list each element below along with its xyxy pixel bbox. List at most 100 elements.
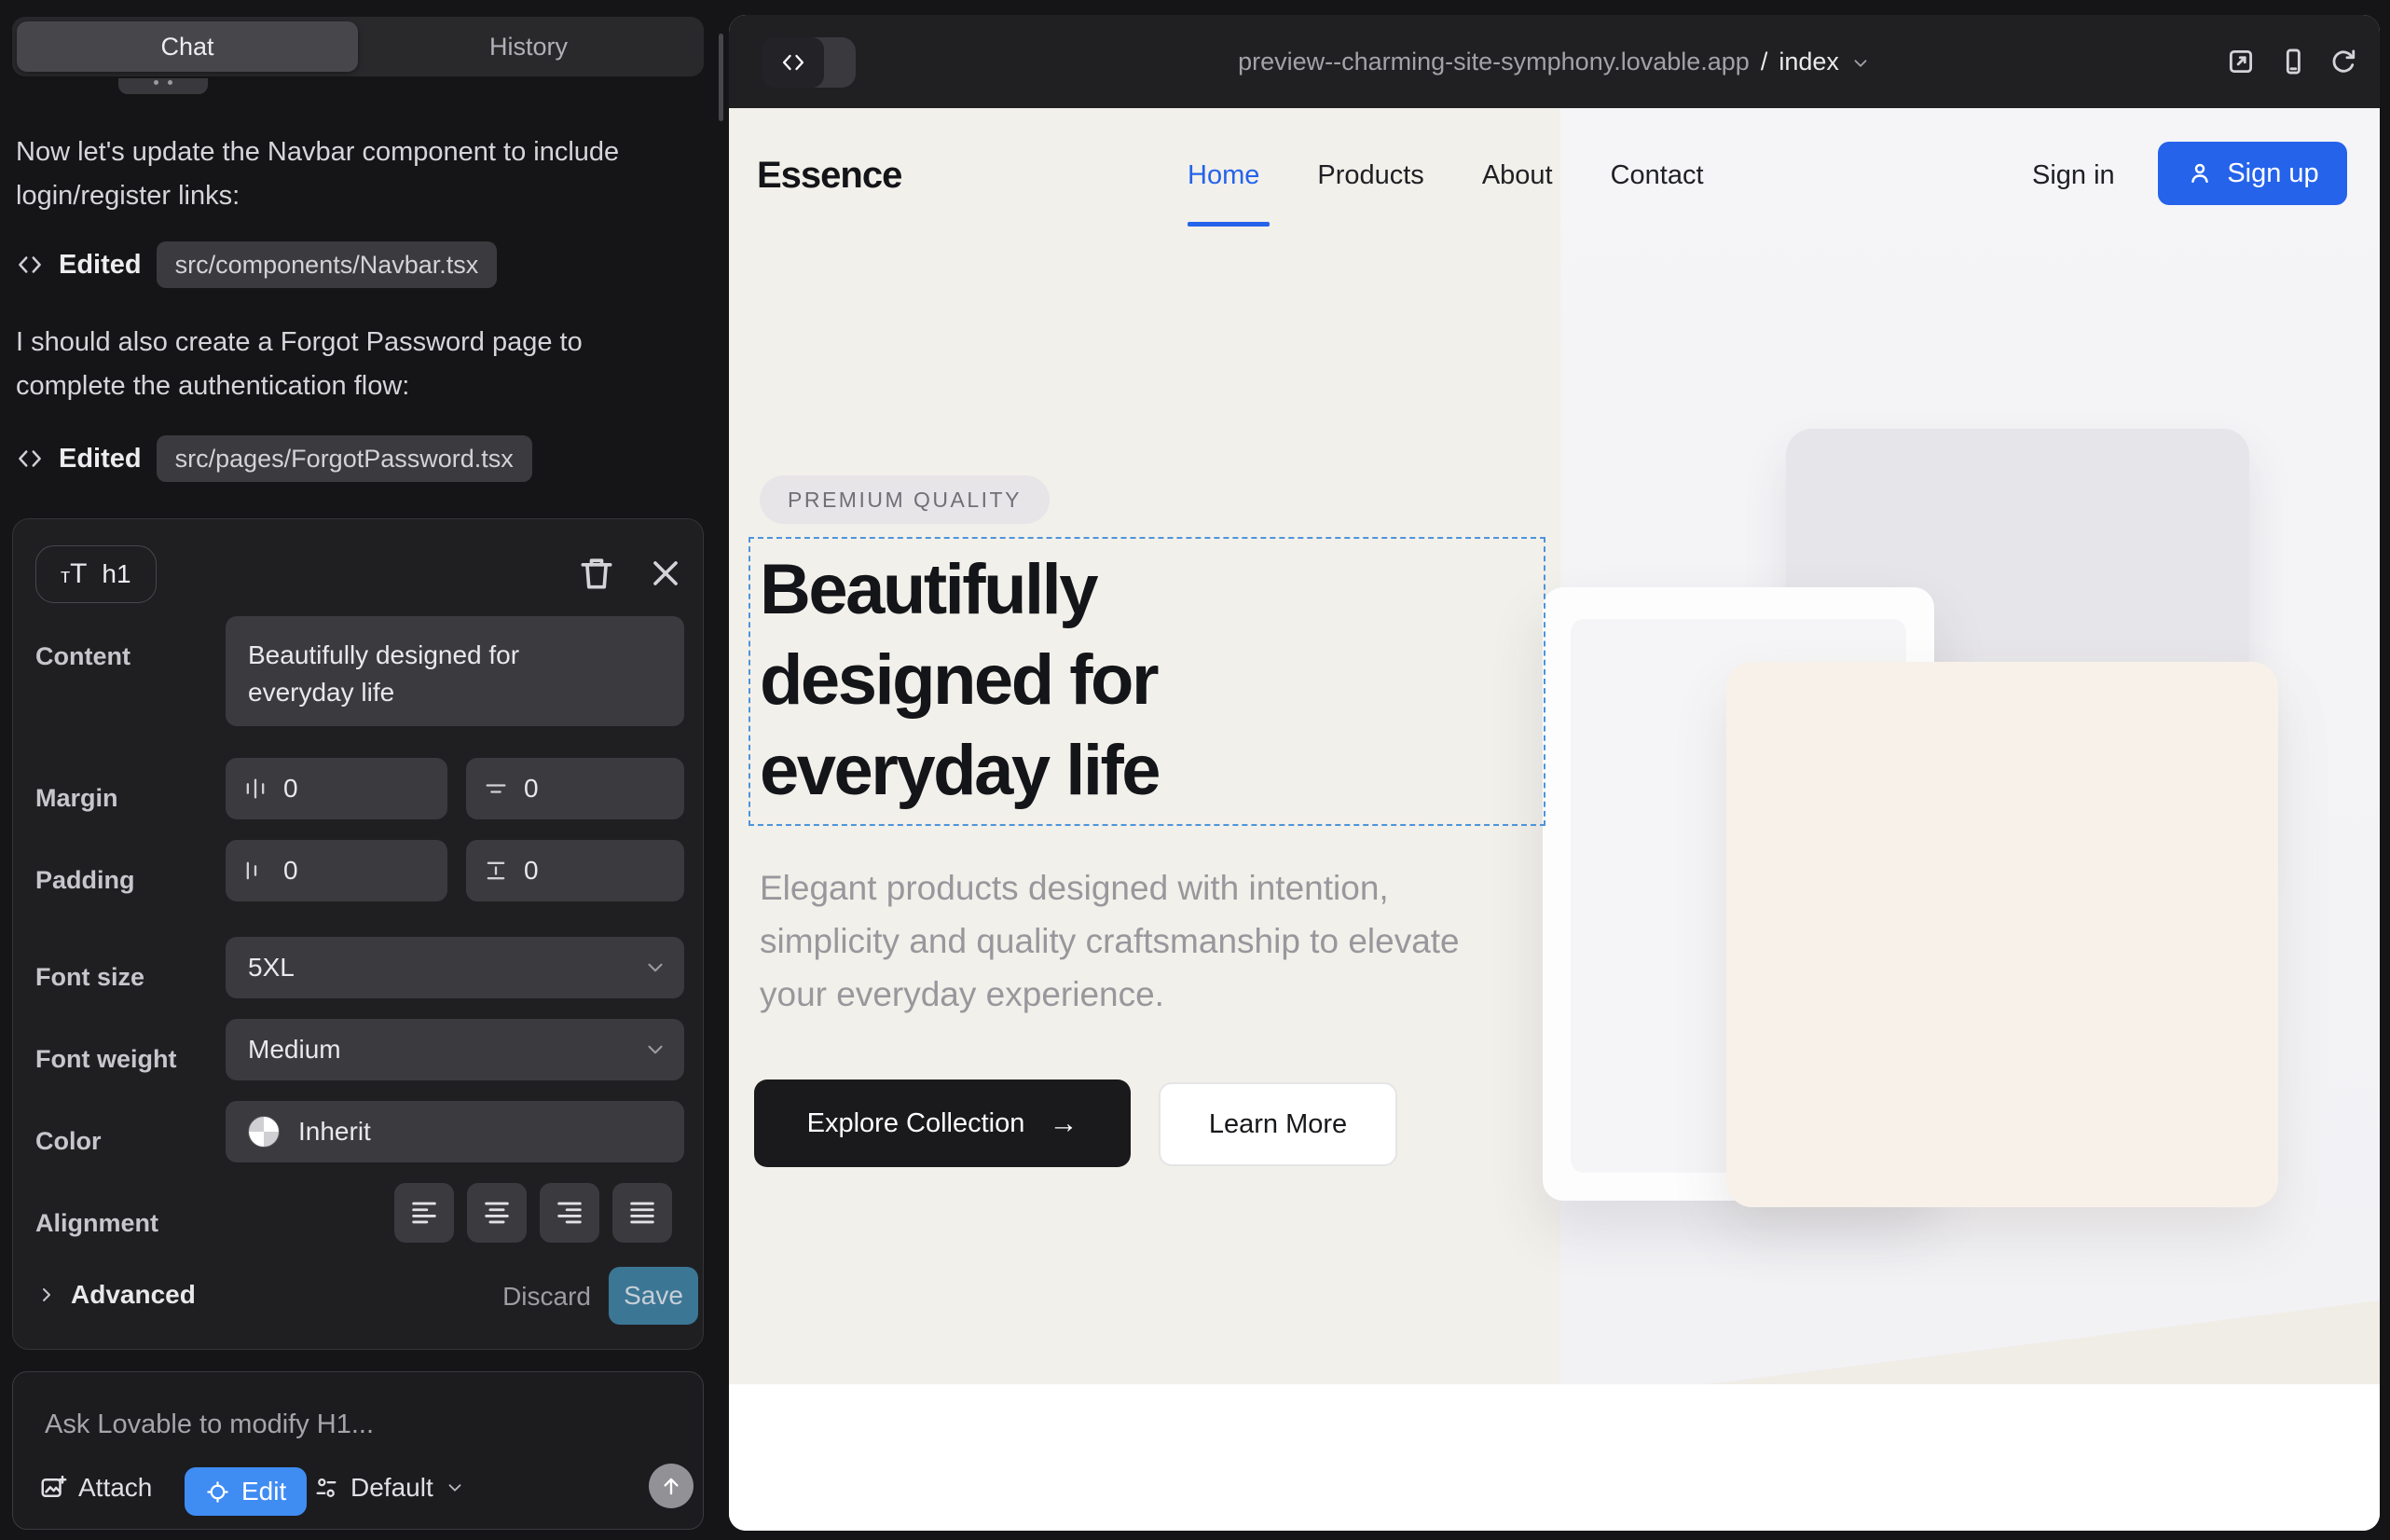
chat-message: Now let's update the Navbar component to…	[16, 131, 696, 218]
edited-label: Edited	[59, 444, 142, 474]
color-label: Color	[35, 1127, 102, 1156]
chat-panel: Chat History Now let's update the Navbar…	[0, 0, 727, 1540]
site-logo[interactable]: Essence	[757, 155, 901, 197]
attach-button[interactable]: Attach	[39, 1473, 152, 1503]
chat-scrollbar-thumb[interactable]	[719, 34, 723, 121]
mobile-view-button[interactable]	[2277, 46, 2309, 77]
margin-horizontal-input[interactable]: 0	[226, 758, 447, 819]
chevron-down-icon	[1850, 53, 1871, 74]
premium-quality-badge: PREMIUM QUALITY	[760, 475, 1050, 524]
attach-image-icon	[39, 1474, 67, 1502]
font-weight-select[interactable]: Medium	[226, 1019, 684, 1080]
dot	[168, 80, 172, 85]
edited-file-row: Edited src/components/Navbar.tsx	[16, 241, 497, 289]
explore-collection-button[interactable]: Explore Collection →	[754, 1079, 1131, 1167]
site-preview: Essence Home Products About Contact Sign…	[729, 108, 2380, 1531]
nav-link-products[interactable]: Products	[1317, 160, 1423, 191]
tab-history[interactable]: History	[358, 21, 699, 72]
url-host: preview--charming-site-symphony.lovable.…	[1238, 48, 1750, 76]
arrow-up-icon	[658, 1473, 684, 1499]
chat-message: I should also create a Forgot Password p…	[16, 321, 696, 408]
margin-horizontal-icon	[242, 776, 268, 802]
hero-paragraph: Elegant products designed with intention…	[760, 861, 1482, 1021]
alignment-label: Alignment	[35, 1209, 158, 1238]
mobile-icon	[2277, 46, 2309, 77]
refresh-icon	[2328, 46, 2359, 77]
align-justify-icon	[626, 1197, 658, 1229]
padding-label: Padding	[35, 866, 135, 895]
font-size-select[interactable]: 5XL	[226, 937, 684, 998]
composer-input[interactable]: Ask Lovable to modify H1...	[45, 1409, 374, 1440]
align-left-button[interactable]	[394, 1183, 454, 1243]
element-editor-panel: тT h1 Content Beautifully designed for e…	[12, 518, 704, 1350]
scrolled-message-badge-partial	[118, 78, 208, 94]
url-bar[interactable]: preview--charming-site-symphony.lovable.…	[729, 15, 2380, 108]
selected-element-pill[interactable]: тT h1	[35, 545, 157, 603]
align-right-icon	[554, 1197, 585, 1229]
sign-up-button[interactable]: Sign up	[2158, 142, 2347, 205]
font-size-label: Font size	[35, 963, 144, 992]
learn-more-button[interactable]: Learn More	[1159, 1082, 1397, 1166]
browser-chrome: preview--charming-site-symphony.lovable.…	[729, 15, 2380, 108]
lovable-workspace: Chat History Now let's update the Navbar…	[0, 0, 2390, 1540]
refresh-button[interactable]	[2328, 46, 2359, 77]
nav-link-contact[interactable]: Contact	[1611, 160, 1704, 191]
advanced-toggle[interactable]: Advanced	[35, 1280, 196, 1310]
site-nav: Home Products About Contact	[1188, 160, 1704, 191]
dot	[154, 80, 158, 85]
nav-link-about[interactable]: About	[1482, 160, 1553, 191]
tab-chat[interactable]: Chat	[17, 21, 358, 72]
hero-heading[interactable]: Beautifully designed for everyday life	[760, 544, 1159, 816]
padding-horizontal-input[interactable]: 0	[226, 840, 447, 901]
save-button[interactable]: Save	[609, 1267, 698, 1325]
color-select[interactable]: Inherit	[226, 1101, 684, 1162]
margin-vertical-icon	[483, 776, 509, 802]
margin-label: Margin	[35, 784, 118, 813]
chevron-down-icon	[445, 1478, 465, 1498]
send-button[interactable]	[649, 1464, 694, 1508]
content-input[interactable]: Beautifully designed for everyday life	[226, 616, 684, 726]
active-nav-underline	[1188, 222, 1270, 227]
chat-history-tabs: Chat History	[12, 17, 704, 76]
decor-card-beige	[1726, 662, 2278, 1207]
chat-mode-select[interactable]: Default	[313, 1473, 465, 1503]
chevron-down-icon	[643, 1038, 667, 1062]
sliders-icon	[313, 1475, 339, 1501]
content-label: Content	[35, 642, 130, 671]
preview-window: preview--charming-site-symphony.lovable.…	[729, 15, 2380, 1531]
discard-button[interactable]: Discard	[470, 1282, 591, 1312]
align-center-button[interactable]	[467, 1183, 527, 1243]
delete-element-button[interactable]	[576, 553, 617, 594]
open-in-new-tab-button[interactable]	[2225, 46, 2257, 77]
url-path: index	[1779, 48, 1839, 76]
padding-vertical-input[interactable]: 0	[466, 840, 684, 901]
align-center-icon	[481, 1197, 513, 1229]
user-icon	[2186, 159, 2214, 187]
target-icon	[205, 1479, 230, 1505]
element-tag: h1	[102, 559, 130, 589]
chevron-down-icon	[643, 956, 667, 980]
code-icon	[16, 251, 44, 279]
file-badge[interactable]: src/pages/ForgotPassword.tsx	[157, 435, 532, 482]
color-swatch	[248, 1116, 280, 1148]
nav-link-home[interactable]: Home	[1188, 160, 1259, 191]
file-badge[interactable]: src/components/Navbar.tsx	[157, 241, 498, 288]
padding-horizontal-icon	[242, 858, 268, 884]
code-icon	[16, 445, 44, 473]
font-weight-label: Font weight	[35, 1045, 176, 1074]
external-link-icon	[2225, 46, 2257, 77]
typography-icon: тT	[61, 558, 87, 590]
padding-vertical-icon	[483, 858, 509, 884]
edit-mode-button[interactable]: Edit	[185, 1467, 307, 1516]
align-left-icon	[408, 1197, 440, 1229]
arrow-right-icon: →	[1049, 1107, 1078, 1140]
sign-in-link[interactable]: Sign in	[2032, 160, 2115, 191]
align-right-button[interactable]	[540, 1183, 599, 1243]
chat-composer: Ask Lovable to modify H1... Attach Edit …	[12, 1371, 704, 1530]
url-separator: /	[1761, 48, 1768, 76]
edited-label: Edited	[59, 250, 142, 281]
edited-file-row: Edited src/pages/ForgotPassword.tsx	[16, 434, 532, 483]
margin-vertical-input[interactable]: 0	[466, 758, 684, 819]
align-justify-button[interactable]	[612, 1183, 672, 1243]
close-editor-button[interactable]	[645, 553, 686, 594]
